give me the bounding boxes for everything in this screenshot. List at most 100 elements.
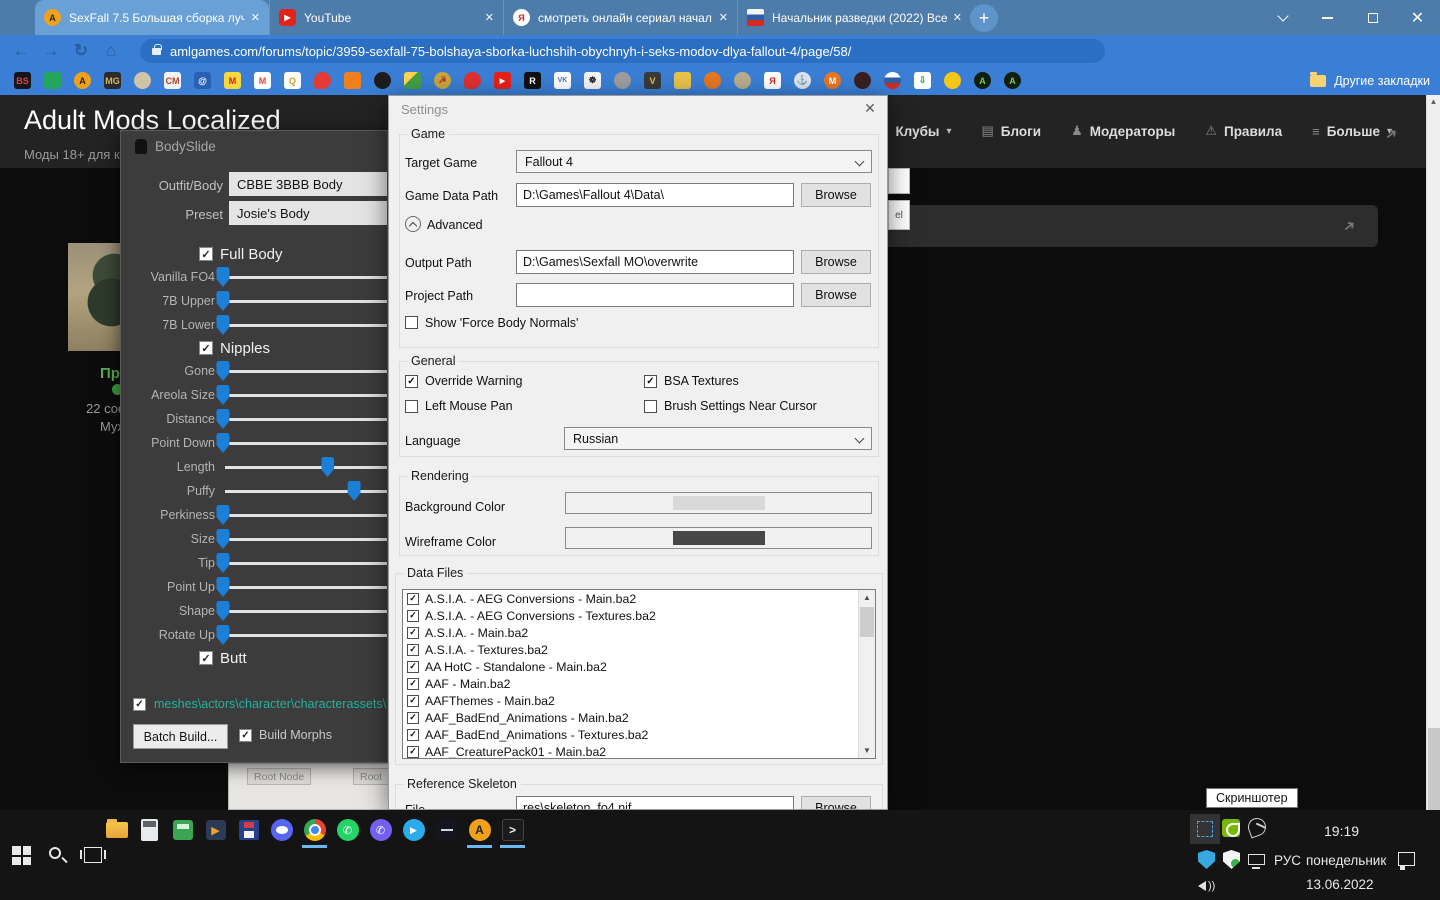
slider-track[interactable] — [225, 370, 388, 373]
bookmark-icon[interactable]: ⇩ — [914, 72, 931, 89]
action-center-icon[interactable] — [1398, 852, 1415, 866]
browser-tab[interactable]: A SexFall 7.5 Большая сборка луч ✕ — [35, 0, 269, 35]
home-icon[interactable]: ⌂ — [96, 41, 126, 61]
nvidia-tray-icon[interactable] — [1222, 819, 1240, 837]
background-color-button[interactable] — [565, 492, 872, 514]
antivirus-tray-icon[interactable] — [1198, 850, 1215, 869]
page-scrollbar[interactable]: ▲ — [1426, 95, 1440, 810]
new-tab-button[interactable]: + — [970, 4, 998, 32]
search-icon[interactable] — [48, 846, 68, 866]
forward-icon[interactable]: → — [36, 41, 66, 61]
slider[interactable] — [223, 575, 388, 599]
tab-close-icon[interactable]: ✕ — [251, 11, 260, 24]
app-icon[interactable] — [304, 819, 326, 841]
data-file-row[interactable]: ✓ A.S.I.A. - Main.ba2 — [403, 624, 875, 641]
taskbar-app[interactable] — [133, 814, 166, 846]
browser-tab[interactable]: Начальник разведки (2022) Все ✕ — [737, 0, 971, 35]
tab-close-icon[interactable]: ✕ — [485, 11, 494, 24]
slider[interactable] — [223, 407, 388, 431]
group-checkbox[interactable]: ✓ — [199, 247, 213, 261]
taskbar-app[interactable] — [199, 814, 232, 846]
data-file-row[interactable]: ✓ AAF_BadEnd_Animations - Textures.ba2 — [403, 726, 875, 743]
bookmark-icon[interactable] — [374, 72, 391, 89]
browser-tab[interactable]: Я смотреть онлайн сериал начал ✕ — [503, 0, 737, 35]
user-avatar[interactable] — [68, 243, 126, 351]
bookmark-icon[interactable] — [884, 72, 901, 89]
slider-thumb[interactable] — [217, 553, 230, 573]
group-checkbox[interactable]: ✓ — [199, 651, 213, 665]
scroll-down-icon[interactable]: ▼ — [859, 746, 875, 755]
batch-build-button[interactable]: Batch Build... — [133, 724, 228, 749]
defender-tray-icon[interactable] — [1223, 850, 1240, 869]
group-checkbox[interactable]: ✓ — [199, 341, 213, 355]
language-indicator[interactable]: РУС — [1274, 853, 1301, 868]
data-file-row[interactable]: ✓ AAF - Main.ba2 — [403, 675, 875, 692]
slider-thumb[interactable] — [217, 385, 230, 405]
skeleton-file-input[interactable]: res\skeleton_fo4.nif — [516, 796, 794, 810]
outfit-body-select[interactable]: CBBE 3BBB Body — [229, 172, 388, 196]
url-text[interactable]: amlgames.com/forums/topic/3959-sexfall-7… — [170, 44, 851, 59]
slider[interactable] — [223, 289, 388, 313]
bookmark-icon[interactable]: MG — [104, 72, 121, 89]
slider-track[interactable] — [225, 324, 388, 327]
bookmark-icon[interactable] — [854, 72, 871, 89]
app-icon[interactable] — [271, 819, 293, 841]
scrollbar-thumb[interactable] — [860, 607, 874, 637]
general-option[interactable]: ✓ Override Warning — [405, 374, 644, 388]
scroll-up-icon[interactable]: ▲ — [1427, 97, 1440, 106]
preset-select[interactable]: Josie's Body — [229, 201, 388, 225]
bookmark-icon[interactable] — [674, 72, 691, 89]
slider-thumb[interactable] — [348, 481, 361, 501]
checkbox[interactable]: ✓ — [407, 627, 419, 639]
slider-thumb[interactable] — [217, 267, 230, 287]
slider-thumb[interactable] — [217, 529, 230, 549]
slider[interactable] — [223, 359, 388, 383]
bookmark-icon[interactable]: R — [524, 72, 541, 89]
taskbar-app[interactable] — [463, 814, 496, 846]
force-normals-checkbox[interactable] — [405, 316, 418, 329]
slider-thumb[interactable] — [217, 291, 230, 311]
bodyslide-titlebar[interactable]: BodySlide — [121, 131, 387, 161]
data-file-row[interactable]: ✓ A.S.I.A. - AEG Conversions - Textures.… — [403, 607, 875, 624]
taskbar-app[interactable] — [265, 814, 298, 846]
output-path-browse-button[interactable]: Browse — [801, 250, 871, 274]
app-icon[interactable] — [403, 819, 425, 841]
forum-nav-item[interactable]: ⚠ Правила ▾ — [1205, 123, 1282, 139]
slider-thumb[interactable] — [217, 577, 230, 597]
share-post-icon[interactable]: ➜ — [1339, 215, 1360, 237]
game-data-path-input[interactable]: D:\Games\Fallout 4\Data\ — [516, 183, 794, 207]
slider-thumb[interactable] — [217, 315, 230, 335]
close-button[interactable]: ✕ — [1395, 0, 1440, 35]
address-bar[interactable]: amlgames.com/forums/topic/3959-sexfall-7… — [140, 39, 1105, 63]
volume-icon[interactable]: )) — [1198, 880, 1215, 892]
slider[interactable] — [223, 527, 388, 551]
slider-thumb[interactable] — [217, 625, 230, 645]
bookmark-icon[interactable]: A — [1004, 72, 1021, 89]
data-file-row[interactable]: ✓ AA HotC - Standalone - Main.ba2 — [403, 658, 875, 675]
list-scrollbar[interactable]: ▲ ▼ — [858, 590, 875, 758]
advanced-collapse-icon[interactable] — [405, 216, 421, 232]
language-select[interactable]: Russian — [564, 427, 872, 450]
clock-time[interactable]: 19:19 — [1324, 823, 1359, 839]
bookmark-icon[interactable] — [134, 72, 151, 89]
slider-track[interactable] — [225, 394, 388, 397]
slider-track[interactable] — [225, 538, 388, 541]
slider[interactable] — [223, 551, 388, 575]
scrollbar-thumb[interactable] — [1428, 728, 1440, 810]
general-option[interactable]: ✓ BSA Textures — [644, 374, 867, 388]
slider[interactable] — [223, 623, 388, 647]
checkbox[interactable]: ✓ — [407, 746, 419, 758]
bookmark-icon[interactable]: ▶ — [494, 72, 511, 89]
bookmark-icon[interactable]: @ — [194, 72, 211, 89]
checkbox[interactable]: ✓ — [407, 610, 419, 622]
satellite-tray-icon[interactable] — [1245, 815, 1268, 838]
scroll-up-icon[interactable]: ▲ — [859, 593, 875, 602]
skeleton-browse-button[interactable]: Browse — [801, 796, 871, 810]
data-files-list[interactable]: ✓ A.S.I.A. - AEG Conversions - Main.ba2 … — [402, 589, 876, 759]
taskbar-app[interactable] — [430, 814, 463, 846]
taskbar-app[interactable] — [232, 814, 265, 846]
tab-close-icon[interactable]: ✕ — [719, 11, 728, 24]
slider-track[interactable] — [225, 276, 388, 279]
build-path-checkbox[interactable]: ✓ — [133, 698, 146, 711]
force-normals-label[interactable]: Show 'Force Body Normals' — [425, 316, 578, 330]
